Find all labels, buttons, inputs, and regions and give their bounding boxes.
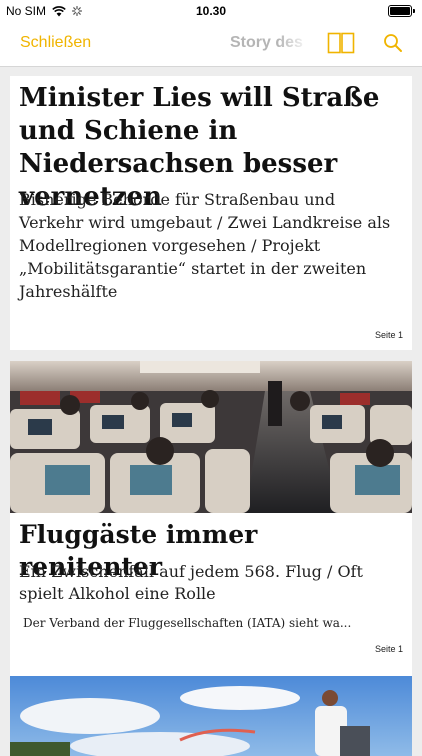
pages-icon[interactable] <box>327 32 355 54</box>
status-bar: No SIM 10.30 <box>0 0 422 22</box>
page-label: Seite 1 <box>374 644 403 654</box>
battery-level <box>390 7 410 15</box>
article-card[interactable]: Minister Lies will Straße und Schiene in… <box>10 76 412 350</box>
page-label: Seite 1 <box>374 330 403 340</box>
article-card[interactable] <box>10 676 412 756</box>
article-teaser: Der Verband der Fluggesellschaften (IATA… <box>23 616 352 630</box>
search-icon[interactable] <box>383 33 403 53</box>
navigation-bar: Schließen Story des <box>0 22 422 67</box>
battery-icon <box>388 5 415 17</box>
article-subline: Ein Zwischenfall auf jedem 568. Flug / O… <box>19 562 363 603</box>
outdoor-sky-image <box>10 676 412 756</box>
article-photo <box>10 676 412 756</box>
article-subline: Bisherige Behörde für Straßenbau und Ver… <box>19 190 391 301</box>
close-button[interactable]: Schließen <box>20 34 91 52</box>
article-photo <box>10 361 412 513</box>
nav-title: Story des <box>230 34 303 51</box>
airplane-cabin-image <box>10 361 412 513</box>
status-time: 10.30 <box>195 4 227 18</box>
